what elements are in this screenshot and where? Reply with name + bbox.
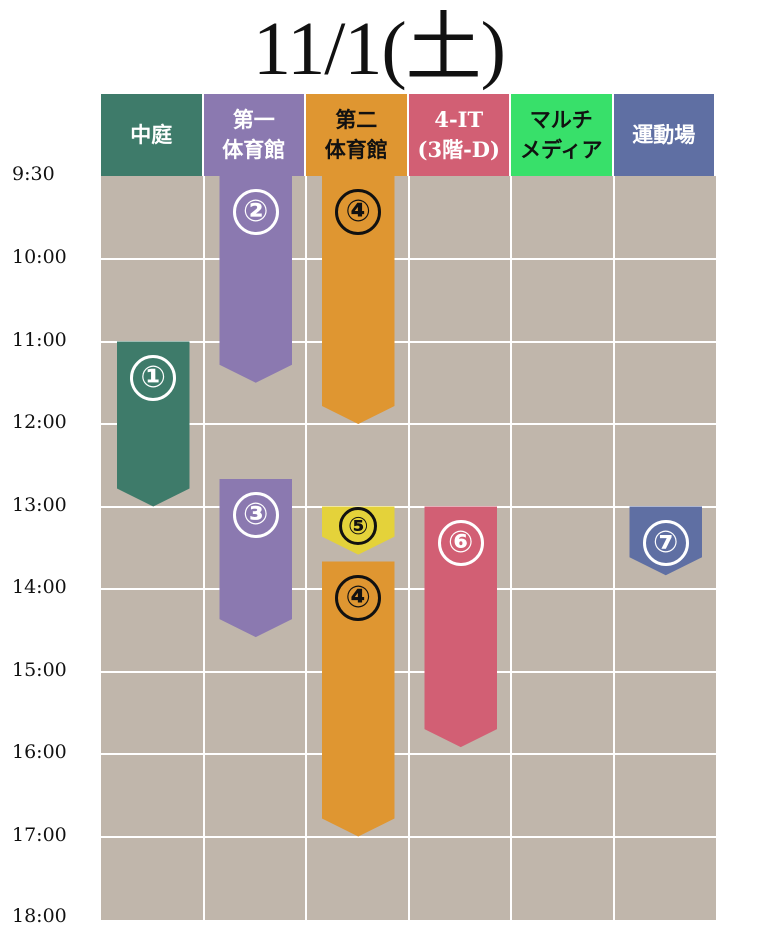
grid-hour-line xyxy=(101,258,716,260)
time-label: 15:00 xyxy=(12,658,67,681)
time-label: 9:30 xyxy=(12,163,55,185)
grid-column-divider xyxy=(305,176,307,920)
grid-column-divider xyxy=(202,176,205,920)
time-label: 18:00 xyxy=(12,905,67,927)
venue-header: 運動場 xyxy=(613,94,714,176)
grid-hour-line xyxy=(101,670,716,673)
event-number-badge: ⑤ xyxy=(339,506,378,545)
event-number-badge: ② xyxy=(232,189,279,235)
venue-header: マルチ メディア xyxy=(511,94,612,176)
venue-header: 中庭 xyxy=(101,94,202,176)
time-label: 11:00 xyxy=(12,328,67,351)
time-label: 16:00 xyxy=(12,741,67,763)
grid-hour-line xyxy=(101,753,716,755)
event-number-badge: ④ xyxy=(335,189,382,235)
venue-header: 第一 体育館 xyxy=(203,94,304,176)
event-number-badge: ⑥ xyxy=(437,519,484,566)
grid-hour-line xyxy=(101,505,716,508)
venue-header: 第二 体育館 xyxy=(306,94,407,176)
event-number-badge: ④ xyxy=(335,574,382,621)
time-label: 17:00 xyxy=(12,823,67,846)
grid-column-divider xyxy=(510,176,512,920)
event-number-badge: ① xyxy=(130,354,177,401)
event-number-badge: ⑦ xyxy=(642,519,689,566)
timetable-grid xyxy=(101,176,716,920)
event-number-badge: ③ xyxy=(232,492,279,538)
grid-column-divider xyxy=(407,176,410,920)
time-label: 14:00 xyxy=(12,576,67,598)
grid-hour-line xyxy=(101,340,716,343)
grid-hour-line xyxy=(101,423,716,425)
grid-hour-line xyxy=(101,835,716,838)
page-title: 11/1(土) xyxy=(253,7,506,91)
time-label: 12:00 xyxy=(12,411,67,433)
grid-hour-line xyxy=(101,588,716,590)
venue-header: 4-IT (3階-D) xyxy=(408,94,509,176)
time-label: 10:00 xyxy=(12,246,67,268)
grid-column-divider xyxy=(612,176,615,920)
time-label: 13:00 xyxy=(12,493,67,516)
